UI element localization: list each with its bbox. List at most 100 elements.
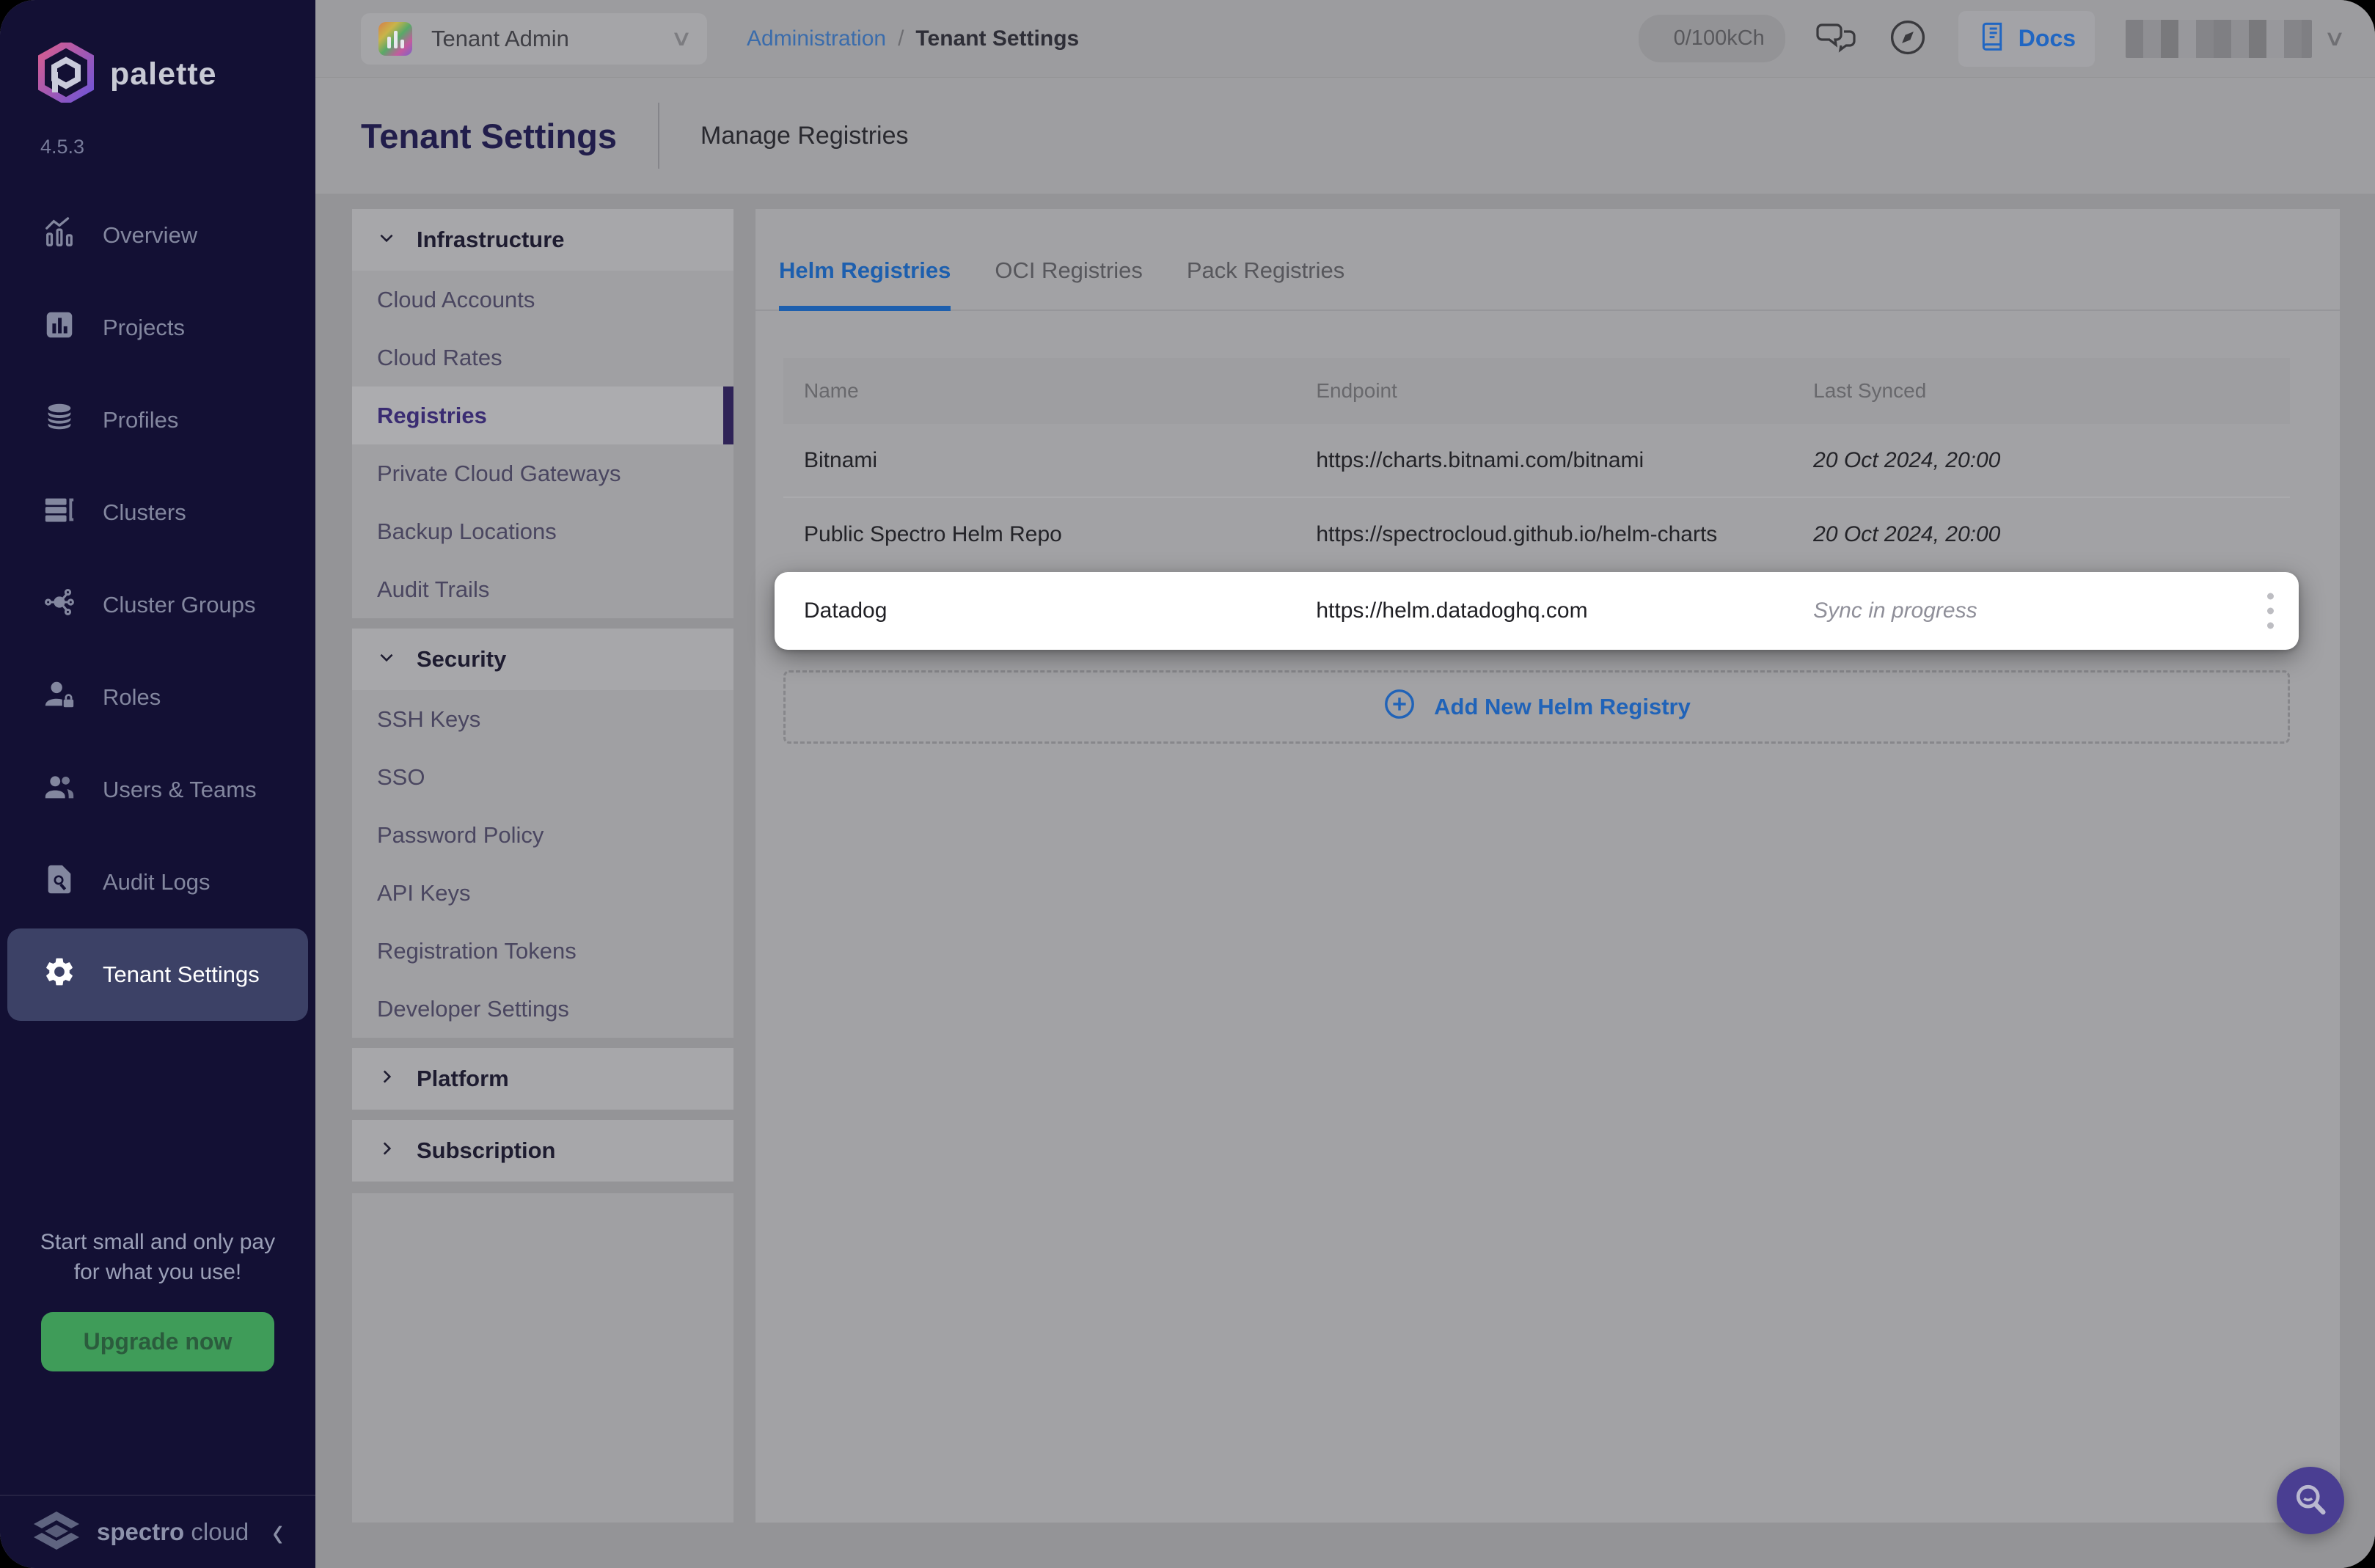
explore-button[interactable]	[1888, 18, 1928, 59]
tab-helm-registries[interactable]: Helm Registries	[779, 257, 951, 311]
chevron-right-icon	[377, 1137, 396, 1164]
page-title: Tenant Settings	[361, 116, 617, 156]
registry-tabs: Helm Registries OCI Registries Pack Regi…	[755, 257, 2340, 311]
sidebar-item-cluster-groups[interactable]: Cluster Groups	[0, 559, 315, 651]
settings-item-registries[interactable]: Registries	[352, 386, 733, 444]
usage-quota-pill: 0/100kCh	[1639, 15, 1785, 62]
registry-name: Public Spectro Helm Repo	[783, 522, 1295, 547]
registry-name: Datadog	[783, 598, 1295, 623]
settings-item-ssh-keys[interactable]: SSH Keys	[352, 690, 733, 748]
sidebar-item-label: Users & Teams	[103, 777, 257, 803]
registry-last-synced: 20 Oct 2024, 20:00	[1793, 448, 2290, 473]
section-header-platform[interactable]: Platform	[352, 1048, 733, 1110]
registry-last-synced: 20 Oct 2024, 20:00	[1793, 522, 2290, 547]
app-version: 4.5.3	[0, 106, 315, 158]
table-row-public-spectro-helm-repo[interactable]: Public Spectro Helm Repo https://spectro…	[783, 498, 2290, 572]
table-row-datadog-highlighted[interactable]: Datadog https://helm.datadoghq.com Sync …	[775, 572, 2299, 650]
settings-item-password-policy[interactable]: Password Policy	[352, 806, 733, 864]
breadcrumb-administration[interactable]: Administration	[747, 26, 886, 51]
upgrade-promo: Start small and only pay for what you us…	[0, 1228, 315, 1371]
chevron-down-icon	[377, 227, 396, 253]
sidebar-item-roles[interactable]: Roles	[0, 651, 315, 744]
projects-icon	[43, 308, 76, 348]
palette-logo-icon	[38, 43, 94, 106]
user-menu[interactable]: ∨	[2126, 20, 2343, 58]
row-actions-kebab-icon[interactable]	[2263, 589, 2278, 634]
project-scope-selector[interactable]: Tenant Admin ∨	[361, 13, 707, 65]
tab-pack-registries[interactable]: Pack Registries	[1187, 257, 1344, 311]
settings-item-cloud-rates[interactable]: Cloud Rates	[352, 329, 733, 386]
book-icon	[1977, 21, 2007, 56]
column-header-last-synced: Last Synced	[1793, 379, 2290, 403]
chevron-down-icon	[377, 646, 396, 673]
sidebar-item-label: Roles	[103, 684, 161, 711]
brand-name: spectro cloud	[97, 1518, 249, 1546]
gear-icon	[43, 955, 76, 994]
section-label: Infrastructure	[417, 227, 565, 253]
settings-item-cloud-accounts[interactable]: Cloud Accounts	[352, 271, 733, 329]
column-header-name: Name	[783, 379, 1295, 403]
section-label: Platform	[417, 1066, 509, 1092]
sidebar-item-users-teams[interactable]: Users & Teams	[0, 744, 315, 836]
settings-panel-filler	[352, 1193, 733, 1523]
settings-item-registration-tokens[interactable]: Registration Tokens	[352, 922, 733, 980]
docs-button[interactable]: Docs	[1958, 11, 2095, 67]
cluster-groups-icon	[43, 585, 76, 625]
search-fab-button[interactable]	[2277, 1467, 2344, 1534]
sidebar: palette 4.5.3 Overview Projects Profiles…	[0, 0, 315, 1568]
section-header-infrastructure[interactable]: Infrastructure	[352, 209, 733, 271]
page-header: Tenant Settings Manage Registries	[315, 78, 2375, 194]
app-window: palette 4.5.3 Overview Projects Profiles…	[0, 0, 2375, 1568]
tab-oci-registries[interactable]: OCI Registries	[995, 257, 1143, 311]
sidebar-item-tenant-settings[interactable]: Tenant Settings	[7, 928, 308, 1021]
chat-icon	[1816, 18, 1857, 59]
content-area: Infrastructure Cloud Accounts Cloud Rate…	[315, 194, 2375, 1568]
sidebar-item-label: Tenant Settings	[103, 961, 260, 988]
settings-item-api-keys[interactable]: API Keys	[352, 864, 733, 922]
section-items: SSH Keys SSO Password Policy API Keys Re…	[352, 690, 733, 1038]
settings-item-developer-settings[interactable]: Developer Settings	[352, 980, 733, 1038]
registry-endpoint: https://helm.datadoghq.com	[1295, 598, 1793, 623]
section-items: Cloud Accounts Cloud Rates Registries Pr…	[352, 271, 733, 618]
registry-endpoint: https://spectrocloud.github.io/helm-char…	[1295, 522, 1793, 547]
sidebar-item-profiles[interactable]: Profiles	[0, 374, 315, 466]
chat-button[interactable]	[1816, 18, 1857, 59]
sidebar-item-clusters[interactable]: Clusters	[0, 466, 315, 559]
user-name-redacted	[2126, 20, 2312, 58]
sidebar-item-label: Audit Logs	[103, 869, 211, 895]
chevron-down-icon: ∨	[670, 26, 693, 51]
promo-line1: Start small and only pay	[0, 1228, 315, 1258]
settings-item-private-cloud-gateways[interactable]: Private Cloud Gateways	[352, 444, 733, 502]
settings-item-audit-trails[interactable]: Audit Trails	[352, 560, 733, 618]
chevron-right-icon	[377, 1066, 396, 1092]
add-registry-label: Add New Helm Registry	[1434, 694, 1691, 720]
sidebar-item-overview[interactable]: Overview	[0, 189, 315, 282]
app-name: palette	[110, 56, 217, 92]
users-teams-icon	[43, 770, 76, 810]
collapse-sidebar-icon[interactable]: ‹	[272, 1509, 283, 1555]
helm-registries-table: Name Endpoint Last Synced Bitnami https:…	[783, 358, 2290, 650]
sidebar-item-label: Profiles	[103, 407, 178, 433]
settings-item-backup-locations[interactable]: Backup Locations	[352, 502, 733, 560]
section-header-subscription[interactable]: Subscription	[352, 1120, 733, 1182]
promo-line2: for what you use!	[0, 1258, 315, 1288]
settings-item-sso[interactable]: SSO	[352, 748, 733, 806]
add-new-helm-registry-button[interactable]: Add New Helm Registry	[783, 670, 2290, 744]
spectro-cloud-logo-icon	[34, 1512, 79, 1553]
upgrade-now-button[interactable]: Upgrade now	[41, 1312, 275, 1371]
docs-label: Docs	[2019, 25, 2076, 52]
sidebar-item-projects[interactable]: Projects	[0, 282, 315, 374]
roles-icon	[43, 678, 76, 717]
sidebar-item-label: Projects	[103, 315, 185, 341]
sidebar-item-label: Overview	[103, 222, 197, 249]
section-header-security[interactable]: Security	[352, 629, 733, 690]
registry-sync-status: Sync in progress	[1793, 598, 2290, 623]
search-icon	[2291, 1481, 2330, 1521]
breadcrumb-current: Tenant Settings	[915, 26, 1079, 51]
breadcrumb-separator: /	[898, 26, 904, 51]
section-infrastructure: Infrastructure Cloud Accounts Cloud Rate…	[352, 209, 733, 618]
section-label: Security	[417, 646, 506, 673]
sidebar-item-audit-logs[interactable]: Audit Logs	[0, 836, 315, 928]
table-row-bitnami[interactable]: Bitnami https://charts.bitnami.com/bitna…	[783, 424, 2290, 498]
compass-icon	[1888, 18, 1928, 59]
